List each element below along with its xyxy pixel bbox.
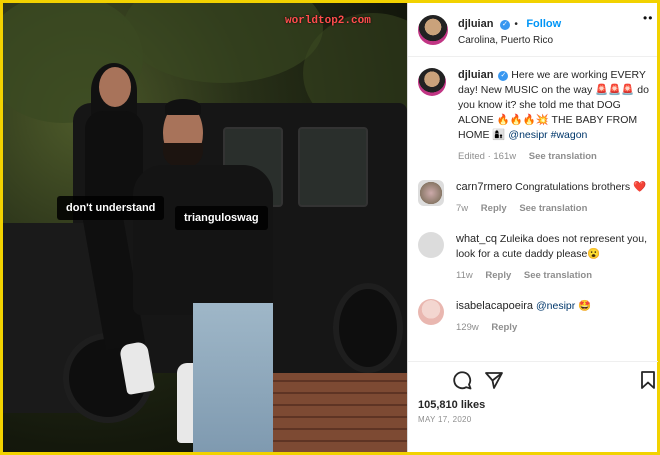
- separator: •: [514, 18, 518, 30]
- post-photo[interactable]: don't understand trianguloswag worldtop2…: [3, 3, 407, 452]
- post-date: MAY 17, 2020: [418, 415, 472, 424]
- follow-button[interactable]: Follow: [526, 18, 561, 30]
- avatar[interactable]: [418, 68, 446, 96]
- comment-icon[interactable]: [452, 370, 472, 390]
- watermark: worldtop2.com: [285, 15, 371, 27]
- man-shirt: [133, 165, 273, 315]
- comment-item: what_cq Zuleika does not represent you, …: [408, 216, 658, 283]
- comment-text: Congratulations brothers ❤️: [515, 181, 647, 193]
- suv-wheel: [333, 283, 403, 373]
- comment-text: 🤩: [578, 300, 592, 312]
- man-jeans: [193, 303, 273, 452]
- comment-time: 11w: [456, 270, 473, 281]
- suv-window: [298, 127, 368, 207]
- caption-username[interactable]: djluian: [458, 69, 493, 81]
- avatar[interactable]: [418, 299, 444, 325]
- comment-time: 7w: [456, 203, 469, 214]
- see-translation-button[interactable]: See translation: [529, 151, 597, 162]
- bookmark-icon[interactable]: [640, 370, 656, 390]
- comment-item: isabelacapoeira @nesipr 🤩 129w Reply: [408, 283, 658, 335]
- mention-link[interactable]: @nesipr: [508, 129, 547, 141]
- see-translation-button[interactable]: See translation: [524, 270, 592, 281]
- comments-list: djluian ✓ Here we are working EVERY day!…: [408, 58, 658, 358]
- avatar[interactable]: [418, 14, 448, 45]
- avatar[interactable]: [418, 180, 444, 206]
- reply-button[interactable]: Reply: [491, 322, 517, 333]
- photo-tag[interactable]: don't understand: [57, 196, 165, 220]
- hashtag-link[interactable]: #wagon: [551, 129, 588, 141]
- woman-head: [99, 67, 131, 107]
- see-translation-button[interactable]: See translation: [519, 203, 587, 214]
- comment-username[interactable]: what_cq: [456, 233, 497, 245]
- more-options-icon[interactable]: •••: [643, 11, 653, 47]
- comment-username[interactable]: isabelacapoeira: [456, 300, 533, 312]
- location[interactable]: Carolina, Puerto Rico: [458, 35, 561, 46]
- share-icon[interactable]: [484, 370, 504, 390]
- mention-link[interactable]: @nesipr: [536, 300, 575, 312]
- comment-username[interactable]: carn7rmero: [456, 181, 512, 193]
- man-beard: [163, 143, 203, 167]
- post-sidebar: djluian ✓ • Follow Carolina, Puerto Rico…: [407, 3, 658, 452]
- caption: djluian ✓ Here we are working EVERY day!…: [408, 58, 658, 164]
- reply-button[interactable]: Reply: [481, 203, 507, 214]
- comment-time: 129w: [456, 322, 479, 333]
- reply-button[interactable]: Reply: [485, 270, 511, 281]
- action-bar: [408, 361, 658, 397]
- default-avatar-icon[interactable]: [418, 232, 444, 258]
- verified-badge-icon: ✓: [498, 71, 509, 81]
- likes-count[interactable]: 105,810 likes: [418, 399, 485, 411]
- post-header: djluian ✓ • Follow Carolina, Puerto Rico…: [408, 3, 657, 57]
- verified-badge-icon: ✓: [499, 19, 510, 30]
- comment-item: carn7rmero Congratulations brothers ❤️ 7…: [408, 164, 658, 216]
- header-username[interactable]: djluian: [458, 18, 493, 30]
- man-hair: [165, 99, 201, 115]
- edited-timestamp: Edited · 161w: [458, 151, 517, 162]
- photo-tag[interactable]: trianguloswag: [175, 206, 268, 230]
